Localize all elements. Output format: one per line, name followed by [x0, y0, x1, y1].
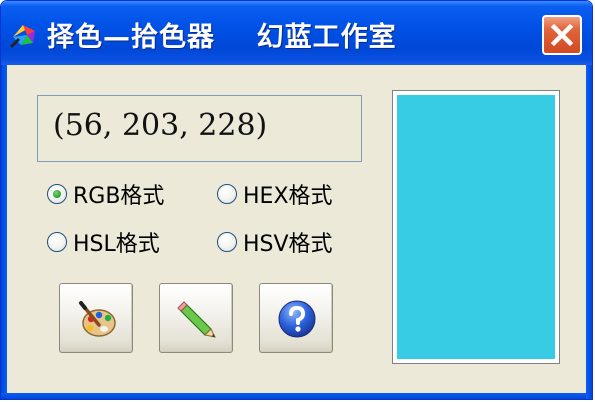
radio-indicator	[47, 232, 67, 252]
color-picker-icon	[9, 23, 39, 49]
radio-label: HEX格式	[243, 184, 333, 209]
radio-hsl-format[interactable]: HSL格式	[47, 227, 160, 257]
window-border	[1, 393, 592, 399]
color-swatch	[392, 90, 560, 364]
radio-hsv-format[interactable]: HSV格式	[217, 227, 333, 257]
radio-hex-format[interactable]: HEX格式	[217, 179, 333, 209]
help-icon	[278, 300, 316, 338]
close-button[interactable]	[542, 15, 582, 55]
title-bar[interactable]: 择色—拾色器 幻蓝工作室	[1, 1, 592, 65]
picker-window: 择色—拾色器 幻蓝工作室 (56, 203, 228) RGB格式 HEX格式 …	[0, 0, 593, 400]
pencil-icon	[177, 301, 216, 338]
radio-rgb-format[interactable]: RGB格式	[47, 179, 164, 209]
radio-indicator	[217, 184, 237, 204]
palette-button[interactable]	[59, 283, 133, 353]
radio-label: RGB格式	[73, 184, 165, 209]
close-icon	[550, 23, 574, 47]
radio-label: HSL格式	[73, 232, 160, 257]
radio-indicator	[47, 184, 67, 204]
radio-indicator	[217, 232, 237, 252]
window-title: 择色—拾色器 幻蓝工作室	[47, 22, 397, 53]
help-button[interactable]	[259, 283, 333, 353]
palette-icon	[79, 301, 116, 337]
radio-label: HSV格式	[243, 232, 333, 257]
client-area: (56, 203, 228) RGB格式 HEX格式 HSL格式 HSV格式	[7, 65, 586, 393]
pencil-button[interactable]	[159, 283, 233, 353]
color-value-display[interactable]: (56, 203, 228)	[37, 95, 362, 162]
